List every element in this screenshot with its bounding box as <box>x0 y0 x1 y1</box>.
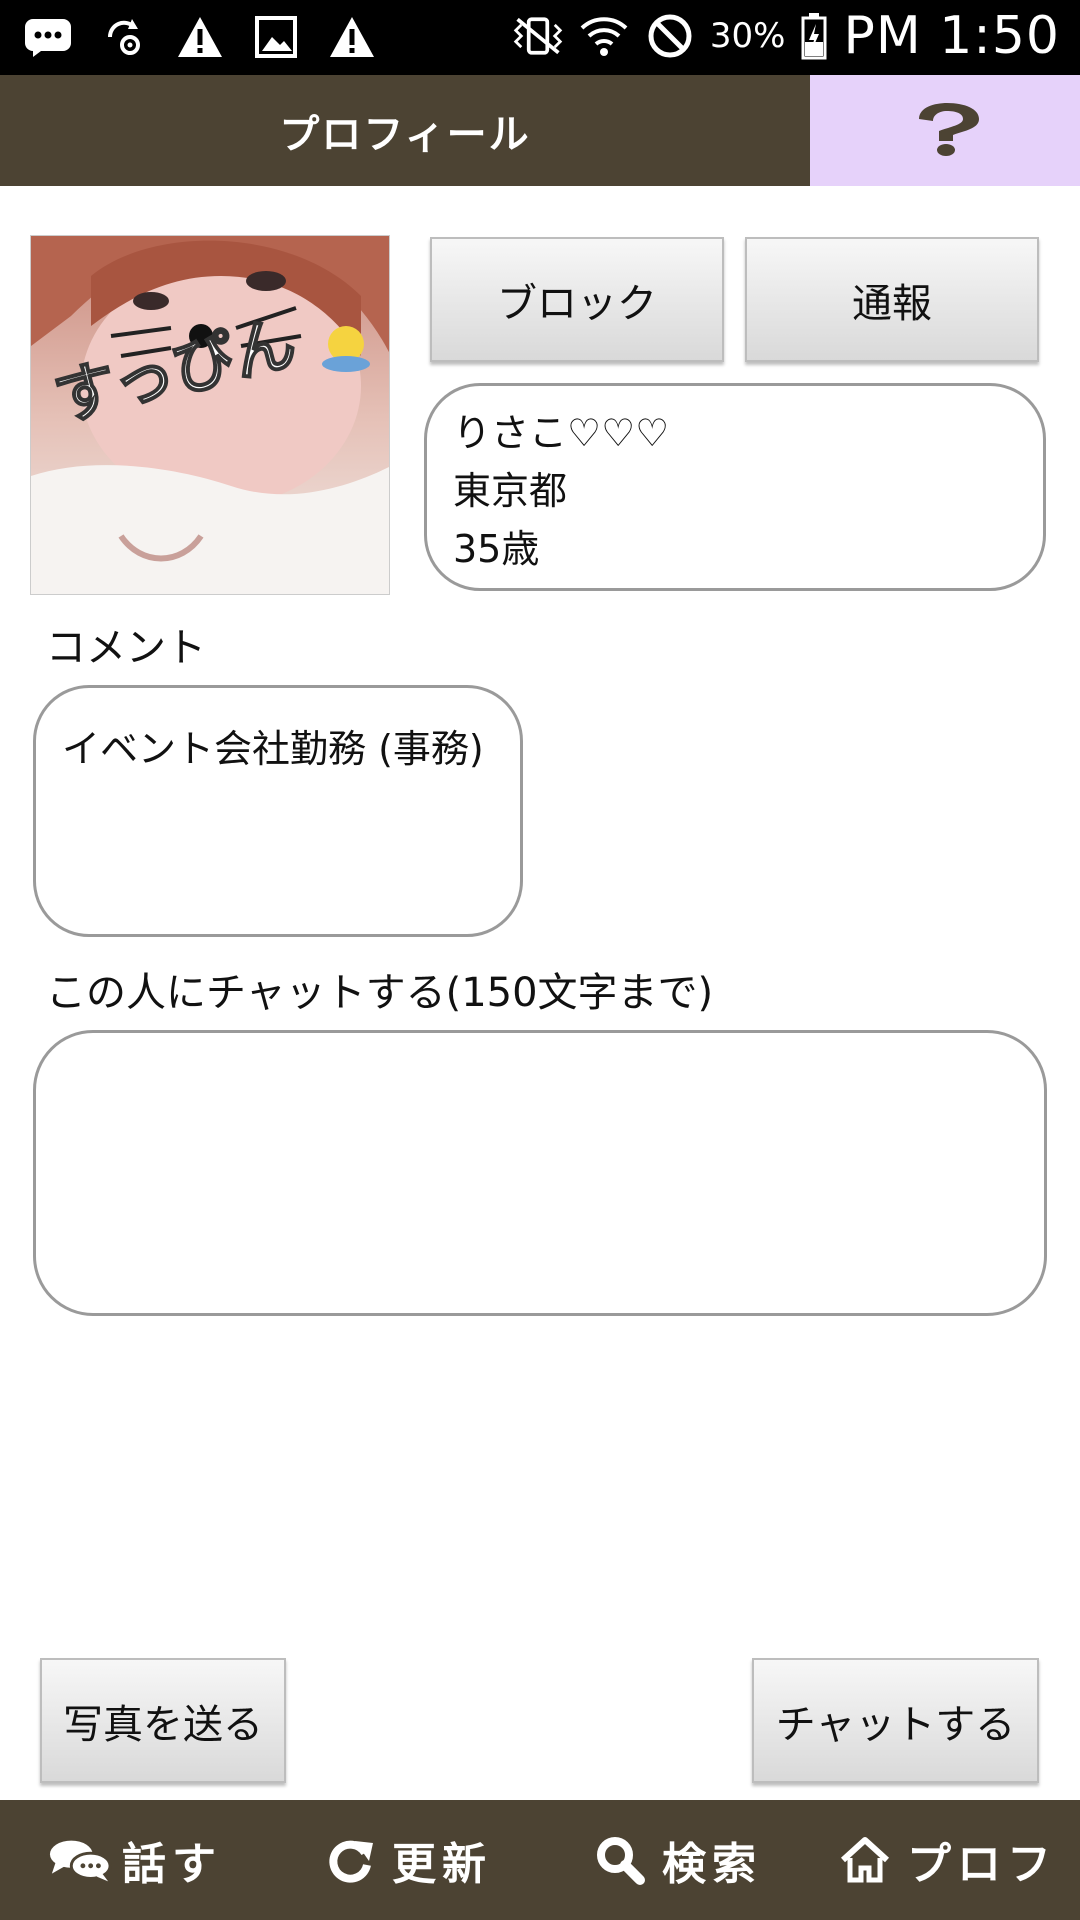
send-photo-button[interactable]: 写真を送る <box>40 1658 286 1783</box>
nav-search[interactable]: 検索 <box>540 1800 810 1920</box>
image-icon <box>250 12 302 62</box>
chat-label: この人にチャットする(150文字まで) <box>46 970 714 1016</box>
chat-input[interactable] <box>33 1030 1047 1316</box>
profile-photo[interactable]: すっぴん <box>30 235 390 595</box>
nav-search-label: 検索 <box>662 1839 762 1890</box>
send-chat-button[interactable]: チャットする <box>752 1658 1039 1783</box>
messages-icon <box>22 12 74 62</box>
nav-talk-label: 話す <box>122 1839 222 1890</box>
nav-refresh-label: 更新 <box>392 1839 492 1890</box>
nav-profile-label: プロフ <box>907 1839 1057 1890</box>
battery-icon <box>799 11 829 61</box>
report-button[interactable]: 通報 <box>745 237 1039 362</box>
bottom-nav: 話す 更新 検索 プロフ <box>0 1800 1080 1920</box>
warning-icon <box>326 12 378 62</box>
sync-settings-icon <box>98 12 150 62</box>
clock: PM 1:50 <box>843 6 1060 66</box>
status-bar: 30% PM 1:50 <box>0 0 1080 75</box>
wifi-icon <box>578 11 630 61</box>
help-button[interactable] <box>810 75 1080 186</box>
page-title: プロフィール <box>279 111 531 158</box>
do-not-disturb-icon <box>644 11 696 61</box>
profile-info-box: りさこ♡♡♡ 東京都 35歳 <box>424 383 1046 591</box>
block-button[interactable]: ブロック <box>430 237 724 362</box>
refresh-icon <box>318 1830 382 1890</box>
home-icon <box>833 1830 897 1890</box>
profile-name: りさこ♡♡♡ <box>453 411 670 455</box>
question-mark-icon <box>905 101 985 161</box>
vibrate-icon <box>512 11 564 61</box>
app-header: プロフィール <box>0 75 1080 186</box>
nav-profile[interactable]: プロフ <box>810 1800 1080 1920</box>
profile-age: 35歳 <box>453 527 540 571</box>
comment-text: イベント会社勤務 (事務) <box>62 727 484 771</box>
profile-location: 東京都 <box>453 469 568 513</box>
comment-box: イベント会社勤務 (事務) <box>33 685 523 937</box>
search-icon <box>588 1830 652 1890</box>
battery-percent: 30% <box>709 16 786 56</box>
nav-talk[interactable]: 話す <box>0 1800 270 1920</box>
chat-bubbles-icon <box>48 1830 112 1890</box>
nav-refresh[interactable]: 更新 <box>270 1800 540 1920</box>
comment-label: コメント <box>46 625 206 671</box>
warning-icon <box>174 12 226 62</box>
